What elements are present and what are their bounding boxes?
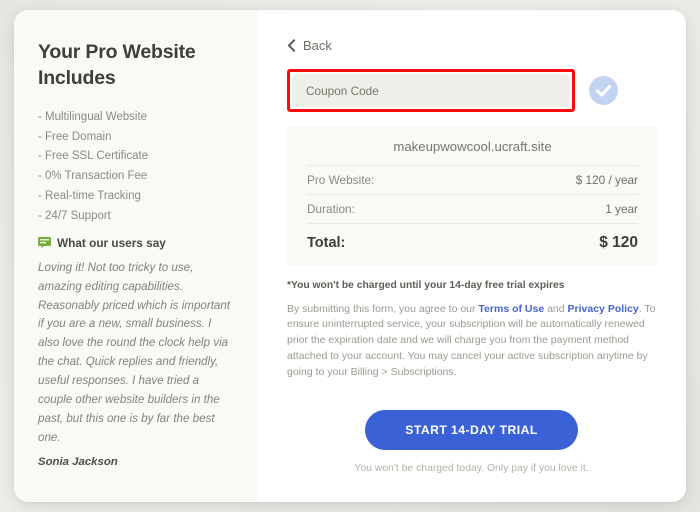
terms-of-use-link[interactable]: Terms of Use [478, 303, 544, 315]
page-title: Your Pro Website Includes [38, 41, 196, 89]
checkout-panel: Back makeupwowcool.ucraft.site Pro Websi… [257, 10, 686, 502]
legal-text-part1: By submitting this form, you agree to ou… [287, 302, 479, 315]
back-button[interactable]: Back [287, 38, 332, 53]
order-summary: makeupwowcool.ucraft.site Pro Website: $… [287, 126, 658, 266]
feature-item: - Free SSL Certificate [38, 150, 149, 163]
summary-row: Duration: 1 year [307, 195, 638, 224]
summary-domain: makeupwowcool.ucraft.site [307, 139, 638, 166]
privacy-policy-link[interactable]: Privacy Policy [568, 303, 639, 315]
summary-row-label: Duration: [307, 202, 355, 216]
cta-zone: START 14-DAY TRIAL You won't be charged … [257, 410, 686, 474]
users-say-heading: What our users say [38, 236, 235, 250]
feature-item: - 24/7 Support [38, 209, 111, 222]
summary-total-label: Total: [307, 235, 346, 251]
chevron-left-icon [287, 39, 296, 52]
check-circle-icon[interactable] [589, 76, 618, 105]
summary-row-value: 1 year [605, 202, 638, 216]
summary-row: Pro Website: $ 120 / year [307, 166, 638, 195]
legal-text-part2: and [544, 302, 568, 315]
chat-bubble-icon [38, 237, 51, 249]
feature-item: - Multilingual Website [38, 110, 148, 123]
summary-row-value: $ 120 / year [575, 173, 638, 187]
feature-item: - 0% Transaction Fee [38, 170, 148, 183]
start-trial-button[interactable]: START 14-DAY TRIAL [365, 410, 578, 450]
summary-row-label: Pro Website: [307, 173, 375, 187]
legal-text: By submitting this form, you agree to ou… [287, 302, 658, 382]
cta-subtext: You won't be charged today. Only pay if … [354, 463, 589, 474]
users-say-label: What our users say [57, 235, 166, 250]
testimonial-text: Loving it! Not too tricky to use, amazin… [38, 260, 231, 444]
feature-list: - Multilingual Website - Free Domain - F… [38, 108, 235, 227]
summary-total-value: $ 120 [599, 234, 638, 251]
feature-item: - Real-time Tracking [38, 190, 141, 203]
promo-sidebar: Your Pro Website Includes - Multilingual… [14, 10, 257, 502]
coupon-code-input[interactable] [292, 74, 570, 107]
coupon-row [287, 69, 658, 112]
testimonial-author: Sonia Jackson [38, 455, 118, 468]
trial-note: *You won't be charged until your 14-day … [287, 280, 565, 291]
back-label: Back [303, 38, 332, 53]
coupon-highlight-annotation [287, 69, 575, 112]
summary-total-row: Total: $ 120 [307, 224, 638, 252]
feature-item: - Free Domain [38, 130, 112, 143]
checkout-card: Your Pro Website Includes - Multilingual… [14, 10, 686, 502]
